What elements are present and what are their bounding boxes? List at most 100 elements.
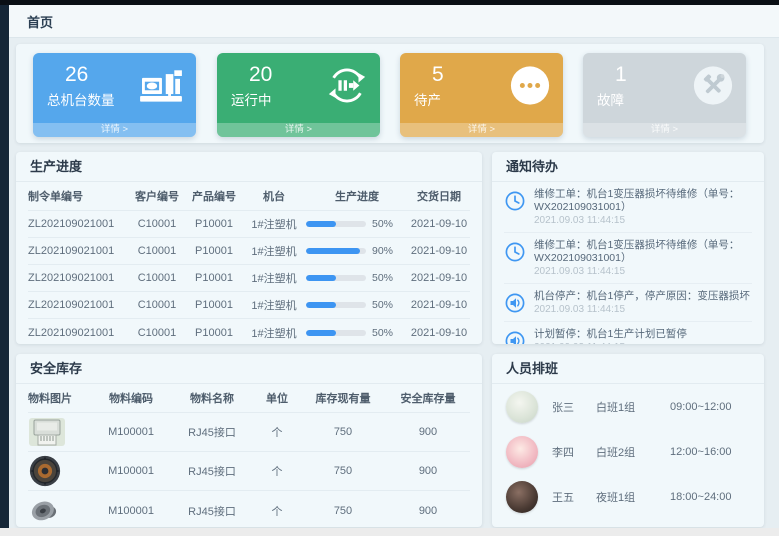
progress-cell: 90% [306, 245, 408, 257]
material-code: M100001 [92, 505, 170, 517]
progress-percent: 50% [372, 327, 393, 339]
machine-icon [138, 67, 184, 110]
table-row: M100001 RJ45接口 个 750 900 [28, 491, 470, 527]
customer-no: C10001 [128, 218, 186, 230]
staff-row: 王五 夜班1组 18:00~24:00 [492, 474, 764, 519]
notification-text: 维修工单：机台1变压器损坏待维修（单号：WX202109031001） [534, 188, 752, 214]
column-header: 交货日期 [408, 188, 470, 204]
column-header: 物料名称 [170, 390, 254, 406]
window-bottom-strip [0, 528, 779, 536]
progress-bar [306, 302, 366, 308]
table-row: M100001 RJ45接口 个 750 900 [28, 413, 470, 452]
panel-title: 人员排班 [492, 354, 764, 384]
customer-no: C10001 [128, 299, 186, 311]
staff-name: 李四 [552, 444, 582, 460]
material-unit: 个 [254, 503, 300, 519]
progress-cell: 50% [306, 272, 408, 284]
order-no: ZL202109021001 [28, 218, 128, 230]
stock-qty: 750 [300, 505, 386, 517]
progress-cell: 50% [306, 218, 408, 230]
staff-time: 12:00~16:00 [670, 446, 731, 458]
clock-icon [504, 190, 526, 212]
notification-time: 2021.09.03 11:44:15 [534, 342, 687, 344]
column-header: 物料图片 [28, 390, 92, 406]
notification-time: 2021.09.03 11:44:15 [534, 215, 752, 227]
stat-card-waiting[interactable]: 5 待产 详情 > [400, 53, 563, 137]
notification-time: 2021.09.03 11:44:15 [534, 266, 752, 278]
progress-cell: 50% [306, 327, 408, 339]
material-unit: 个 [254, 463, 300, 479]
material-unit: 个 [254, 424, 300, 440]
order-no: ZL202109021001 [28, 327, 128, 339]
stat-card-total-machines[interactable]: 26 总机台数量 详情 > [33, 53, 196, 137]
staff-schedule-panel: 人员排班 张三 白班1组 09:00~12:00 李四 白班2组 12:00~1… [492, 354, 764, 527]
customer-no: C10001 [128, 272, 186, 284]
table-row: ZL202109021001 C10001 P10001 1#注塑机 50% 2… [28, 211, 470, 238]
notification-text: 机台停产：机台1停产，停产原因：变压器损坏 [534, 290, 750, 303]
progress-bar [306, 330, 366, 336]
repair-tools-icon [692, 65, 734, 112]
delivery-date: 2021-09-10 [408, 245, 470, 257]
clock-icon [504, 241, 526, 263]
material-name: RJ45接口 [170, 503, 254, 519]
product-no: P10001 [186, 245, 242, 257]
product-no: P10001 [186, 272, 242, 284]
column-header: 客户编号 [128, 188, 186, 204]
customer-no: C10001 [128, 327, 186, 339]
column-header: 库存现有量 [300, 390, 386, 406]
progress-percent: 50% [372, 272, 393, 284]
card-detail-link[interactable]: 详情 > [33, 123, 196, 137]
progress-percent: 90% [372, 245, 393, 257]
table-header-row: 制令单编号 客户编号 产品编号 机台 生产进度 交货日期 [28, 182, 470, 211]
product-no: P10001 [186, 327, 242, 339]
card-detail-link[interactable]: 详情 > [583, 123, 746, 137]
stock-qty: 750 [300, 426, 386, 438]
notification-item[interactable]: 计划暂停：机台1生产计划已暂停 2021.09.03 11:44:15 [504, 322, 752, 344]
order-no: ZL202109021001 [28, 299, 128, 311]
stat-card-running[interactable]: 20 运行中 详情 > [217, 53, 380, 137]
delivery-date: 2021-09-10 [408, 272, 470, 284]
cone-speaker-image [28, 494, 92, 528]
delivery-date: 2021-09-10 [408, 327, 470, 339]
notification-item[interactable]: 机台停产：机台1停产，停产原因：变压器损坏 2021.09.03 11:44:1… [504, 284, 752, 322]
avatar [506, 391, 538, 423]
table-row: ZL202109021001 C10001 P10001 1#注塑机 50% 2… [28, 319, 470, 344]
speaker-icon [504, 292, 526, 314]
material-name: RJ45接口 [170, 424, 254, 440]
order-no: ZL202109021001 [28, 272, 128, 284]
staff-row: 李四 白班2组 12:00~16:00 [492, 429, 764, 474]
material-name: RJ45接口 [170, 463, 254, 479]
delivery-date: 2021-09-10 [408, 299, 470, 311]
round-speaker-image [28, 454, 92, 488]
tab-bar: 首页 [9, 5, 779, 38]
panel-title: 安全库存 [16, 354, 482, 384]
avatar [506, 481, 538, 513]
progress-percent: 50% [372, 218, 393, 230]
staff-name: 王五 [552, 489, 582, 505]
machine-name: 1#注塑机 [242, 270, 306, 286]
card-detail-link[interactable]: 详情 > [400, 123, 563, 137]
progress-percent: 50% [372, 299, 393, 311]
panel-title: 生产进度 [16, 152, 482, 182]
table-header-row: 物料图片 物料编码 物料名称 单位 库存现有量 安全库存量 [28, 384, 470, 413]
staff-shift: 夜班1组 [596, 489, 656, 505]
staff-row: 张三 白班1组 09:00~12:00 [492, 384, 764, 429]
table-row: M100001 RJ45接口 个 750 900 [28, 452, 470, 491]
notification-text: 维修工单：机台1变压器损坏待维修（单号：WX202109031001） [534, 239, 752, 265]
machine-name: 1#注塑机 [242, 216, 306, 232]
card-detail-link[interactable]: 详情 > [217, 123, 380, 137]
stat-card-fault[interactable]: 1 故障 详情 > [583, 53, 746, 137]
notification-item[interactable]: 维修工单：机台1变压器损坏待维修（单号：WX202109031001） 2021… [504, 233, 752, 284]
staff-shift: 白班1组 [596, 399, 656, 415]
notification-item[interactable]: 维修工单：机台1变压器损坏待维修（单号：WX202109031001） 2021… [504, 182, 752, 233]
notifications-panel: 通知待办 维修工单：机台1变压器损坏待维修（单号：WX202109031001）… [492, 152, 764, 344]
notification-time: 2021.09.03 11:44:15 [534, 304, 750, 316]
table-row: ZL202109021001 C10001 P10001 1#注塑机 90% 2… [28, 238, 470, 265]
staff-name: 张三 [552, 399, 582, 415]
speaker-icon [504, 330, 526, 344]
machine-name: 1#注塑机 [242, 297, 306, 313]
tab-home[interactable]: 首页 [27, 12, 53, 31]
collapsed-sidebar-edge[interactable] [0, 5, 9, 528]
stock-qty: 750 [300, 465, 386, 477]
rj45-connector-image [28, 416, 92, 448]
